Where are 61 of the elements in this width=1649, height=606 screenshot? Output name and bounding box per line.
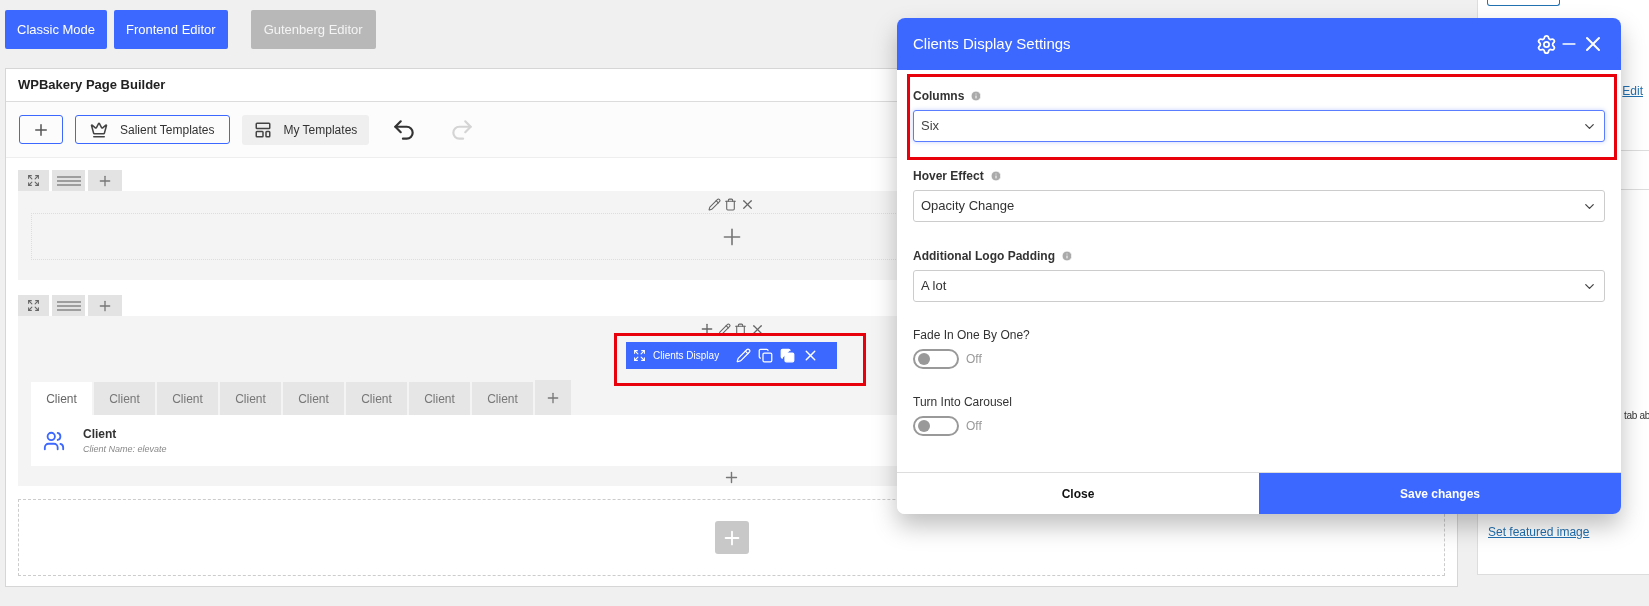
sidebar-button[interactable] bbox=[1487, 0, 1560, 6]
expand-icon bbox=[27, 299, 40, 312]
editor-mode-button[interactable]: Classic Mode bbox=[5, 10, 108, 49]
item-subtitle: Client Name: elevate bbox=[83, 442, 167, 456]
add-tab-button[interactable] bbox=[535, 380, 571, 415]
settings-icon[interactable] bbox=[1536, 33, 1557, 55]
users-icon bbox=[43, 429, 65, 452]
info-icon[interactable] bbox=[989, 170, 1002, 182]
featured-image-link[interactable]: Set featured image bbox=[1488, 523, 1590, 541]
item-title: Client bbox=[83, 425, 118, 443]
expand-icon bbox=[27, 174, 40, 187]
expand-button[interactable] bbox=[18, 170, 49, 191]
select-field[interactable]: A lot bbox=[913, 270, 1605, 302]
client-tab[interactable]: Client bbox=[31, 382, 92, 415]
add-element-button[interactable] bbox=[19, 115, 63, 144]
salient-templates-button[interactable]: Salient Templates bbox=[75, 115, 230, 144]
edit-icon[interactable] bbox=[717, 322, 731, 336]
client-tab[interactable]: Client bbox=[220, 382, 281, 415]
toggle-switch[interactable] bbox=[913, 416, 959, 436]
save-changes-button[interactable]: Save changes bbox=[1259, 473, 1621, 514]
add-column-button[interactable] bbox=[88, 170, 122, 191]
add-icon[interactable] bbox=[723, 469, 740, 486]
dialog-title: Clients Display Settings bbox=[913, 33, 1071, 54]
layout-icon bbox=[253, 120, 272, 139]
select-field[interactable]: Six bbox=[913, 110, 1605, 142]
edit-icon[interactable] bbox=[708, 197, 721, 211]
info-icon[interactable] bbox=[1061, 250, 1073, 262]
toggle-switch[interactable] bbox=[913, 349, 959, 369]
field-label: Hover Effect bbox=[913, 168, 984, 185]
drag-handle-icon[interactable] bbox=[56, 300, 81, 311]
toggle-state: Off bbox=[966, 418, 982, 435]
trash-icon[interactable] bbox=[733, 322, 747, 336]
client-tab[interactable]: Client bbox=[94, 382, 155, 415]
client-tab[interactable]: Client bbox=[157, 382, 218, 415]
client-tab[interactable]: Client bbox=[409, 382, 470, 415]
close-button[interactable]: Close bbox=[897, 473, 1259, 514]
field-label: Fade In One By One? bbox=[913, 327, 1031, 343]
panel-title: WPBakery Page Builder bbox=[18, 76, 166, 95]
info-icon[interactable] bbox=[970, 90, 983, 102]
copy-icon[interactable] bbox=[780, 348, 796, 363]
expand-button[interactable] bbox=[18, 295, 49, 316]
editor-mode-button[interactable]: Frontend Editor bbox=[114, 10, 228, 49]
drag-handle-icon[interactable] bbox=[56, 175, 81, 186]
trash-icon[interactable] bbox=[724, 197, 737, 211]
client-tab[interactable]: Client bbox=[346, 382, 407, 415]
copy-icon[interactable] bbox=[758, 348, 774, 363]
field-label: Additional Logo Padding bbox=[913, 248, 1055, 265]
select-field[interactable]: Opacity Change bbox=[913, 190, 1605, 222]
crown-icon bbox=[90, 120, 108, 139]
field-label: Columns bbox=[913, 88, 965, 105]
sidebar-text: tab ab bbox=[1624, 409, 1649, 423]
client-tab[interactable]: Client bbox=[472, 382, 533, 415]
edit-link[interactable]: Edit bbox=[1622, 82, 1643, 100]
element-toolbar[interactable]: Clients Display bbox=[626, 342, 837, 369]
expand-icon bbox=[633, 349, 646, 362]
client-tab[interactable]: Client bbox=[283, 382, 344, 415]
field-label: Turn Into Carousel bbox=[913, 394, 1013, 410]
element-name: Clients Display bbox=[653, 349, 720, 363]
my-templates-button[interactable]: My Templates bbox=[241, 114, 370, 145]
add-column-button[interactable] bbox=[88, 295, 122, 316]
toggle-state: Off bbox=[966, 351, 982, 368]
